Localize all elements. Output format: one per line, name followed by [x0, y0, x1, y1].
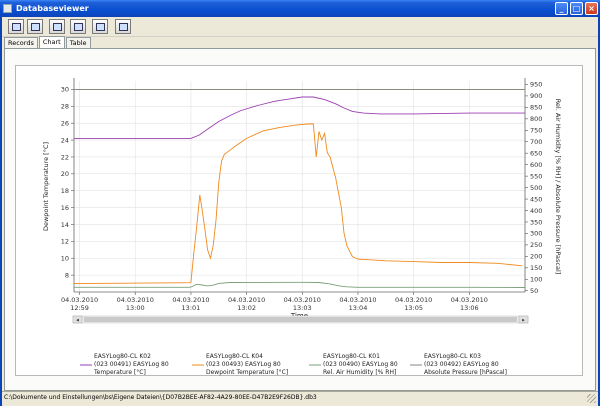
x-axis-tick-time: 13:00 [126, 304, 145, 312]
tab-strip: Records Chart Table [4, 36, 92, 48]
chart-tab-page: 8 10 12 14 16 18 20 22 24 26 28 30 50 100 150 200 250 300… [4, 48, 596, 391]
print-icon [96, 23, 105, 31]
x-axis-tick-date: 04.03.2010 [339, 296, 376, 304]
records-view-button[interactable] [8, 19, 24, 34]
right-axis-tick-label: 650 [530, 150, 542, 158]
legend-line1-1: EASYLog80-CL K02 [94, 353, 151, 360]
legend-line2-3: (023 00490) EASYLog 80 [323, 361, 398, 368]
window-title: Databaseviewer [16, 4, 89, 13]
tab-table[interactable]: Table [65, 37, 91, 48]
legend-line2-4: (023 00492) EASYLog 80 [424, 361, 499, 368]
legend-line1-3: EASYLog80-CL K01 [323, 353, 380, 360]
print-button[interactable] [92, 19, 108, 34]
x-axis-tick-time: 13:02 [237, 304, 256, 312]
line-chart: 8 10 12 14 16 18 20 22 24 26 28 30 50 100 150 200 250 300… [42, 78, 562, 376]
left-axis-tick-label: 16 [61, 204, 69, 212]
left-axis-tick-label: 18 [61, 187, 69, 195]
right-axis-tick-label: 150 [530, 264, 542, 272]
database-path: C:\Dokumente und Einstellungen\bs\Eigene… [4, 394, 317, 401]
close-button[interactable]: × [585, 2, 598, 15]
tab-records[interactable]: Records [4, 37, 38, 48]
left-axis-tick-label: 20 [61, 170, 69, 178]
legend-line3-1: Temperature [°C] [93, 369, 146, 376]
resize-grip[interactable] [587, 394, 596, 403]
x-axis-tick-time: 13:04 [349, 304, 368, 312]
right-axis-tick-label: 950 [530, 81, 542, 89]
left-axis-tick-label: 8 [65, 271, 69, 279]
maximize-button[interactable]: □ [570, 2, 583, 15]
calendar-button[interactable] [115, 19, 131, 34]
left-axis-tick-label: 22 [61, 153, 69, 161]
x-axis-tick-time: 13:03 [293, 304, 312, 312]
right-axis-tick-label: 500 [530, 184, 542, 192]
right-axis-tick-label: 250 [530, 241, 542, 249]
chart-view-button[interactable] [27, 19, 43, 34]
x-axis-tick-time: 13:01 [182, 304, 201, 312]
window-frame-left [0, 17, 2, 406]
left-axis-tick-label: 12 [61, 238, 69, 246]
x-axis-tick-time: 13:05 [404, 304, 423, 312]
right-axis-tick-label: 400 [530, 207, 542, 215]
table-view-button[interactable] [49, 19, 65, 34]
toolbar [2, 17, 598, 37]
legend-line1-2: EASYLog80-CL K04 [206, 353, 263, 360]
left-axis-tick-label: 24 [61, 136, 69, 144]
right-axis-tick-label: 900 [530, 92, 542, 100]
x-axis-tick-time: 13:06 [460, 304, 479, 312]
x-axis-tick-date: 04.03.2010 [228, 296, 265, 304]
x-axis-tick-date: 04.03.2010 [172, 296, 209, 304]
left-axis-tick-label: 10 [61, 255, 69, 263]
x-axis-tick-date: 04.03.2010 [284, 296, 321, 304]
series-line-2 [73, 123, 523, 285]
tab-chart[interactable]: Chart [38, 36, 65, 48]
title-bar: Databaseviewer _ □ × [0, 0, 600, 17]
left-axis-title: Dewpoint Temperature [°C] [42, 142, 50, 231]
left-axis-tick-label: 26 [61, 120, 69, 128]
right-axis-tick-label: 850 [530, 104, 542, 112]
legend-line2-2: (023 00493) EASYLog 80 [206, 361, 281, 368]
x-axis-tick-time: 12:59 [70, 304, 89, 312]
right-axis-tick-label: 350 [530, 218, 542, 226]
right-axis-tick-label: 50 [530, 287, 538, 295]
records-icon [12, 23, 21, 31]
scroll-left-icon: ◂ [76, 317, 79, 323]
scroll-right-icon: ▸ [522, 317, 525, 323]
minimize-button[interactable]: _ [555, 2, 568, 15]
scroll-thumb [84, 317, 517, 322]
right-axis-tick-label: 100 [530, 276, 542, 284]
x-axis-tick-date: 04.03.2010 [451, 296, 488, 304]
right-axis-tick-label: 200 [530, 253, 542, 261]
legend-line3-3: Rel. Air Humidity [% RH] [323, 369, 396, 376]
calendar-icon [119, 23, 128, 31]
export-button[interactable] [70, 19, 86, 34]
right-axis-tick-label: 600 [530, 161, 542, 169]
right-axis-tick-label: 550 [530, 172, 542, 180]
right-axis-title: Rel. Air Humidity [% RH] / Absolute Pres… [554, 99, 562, 275]
app-icon [3, 4, 12, 13]
left-axis-tick-label: 28 [61, 103, 69, 111]
right-axis-tick-label: 450 [530, 195, 542, 203]
legend-line3-4: Absolute Pressure [hPascal] [424, 369, 507, 376]
chart-panel: 8 10 12 14 16 18 20 22 24 26 28 30 50 100 150 200 250 300… [15, 65, 583, 376]
x-axis-tick-date: 04.03.2010 [117, 296, 154, 304]
right-axis-tick-label: 700 [530, 138, 542, 146]
legend-line2-1: (023 00491) EASYLog 80 [94, 361, 169, 368]
x-axis-tick-date: 04.03.2010 [395, 296, 432, 304]
right-axis-tick-label: 800 [530, 115, 542, 123]
series-line-1 [74, 96, 525, 139]
legend-line1-4: EASYLog80-CL K03 [424, 353, 481, 360]
right-axis-tick-label: 300 [530, 230, 542, 238]
chart-icon [31, 23, 40, 31]
x-axis-tick-date: 04.03.2010 [61, 296, 98, 304]
export-icon [74, 23, 83, 31]
status-bar: C:\Dokumente und Einstellungen\bs\Eigene… [2, 391, 598, 404]
left-axis-tick-label: 30 [61, 86, 69, 94]
table-icon [53, 23, 62, 31]
legend-line3-2: Dewpoint Temperature [°C] [206, 369, 288, 376]
left-axis-tick-label: 14 [61, 221, 69, 229]
right-axis-tick-label: 750 [530, 127, 542, 135]
